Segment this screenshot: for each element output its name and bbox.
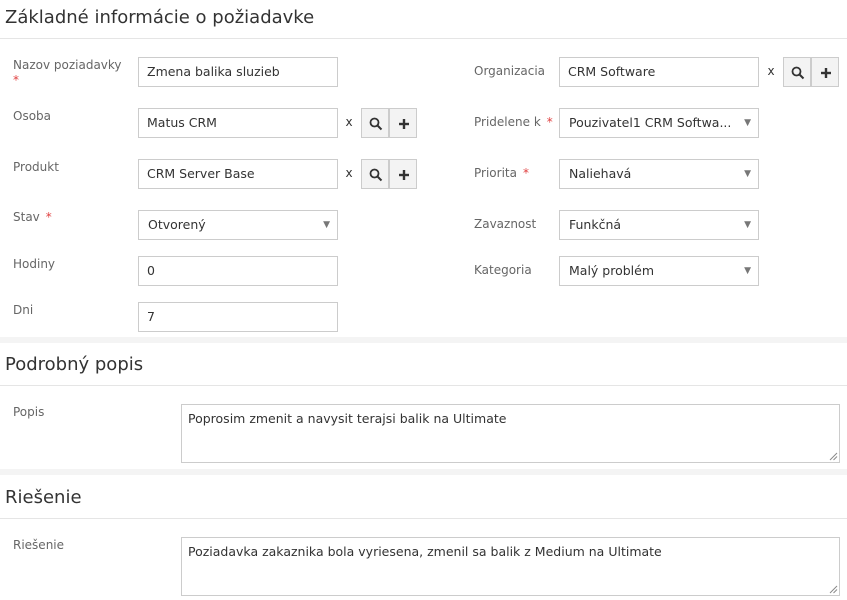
label-days: Dni xyxy=(13,303,34,317)
plus-icon xyxy=(399,119,409,129)
person-add-button[interactable] xyxy=(389,108,417,138)
organization-clear-button[interactable]: x xyxy=(760,57,782,87)
description-text: Poprosim zmenit a navysit terajsi balik … xyxy=(188,411,507,426)
label-hours: Hodiny xyxy=(13,257,56,271)
required-marker: * xyxy=(522,166,529,180)
severity-select[interactable]: Funkčná ▼ xyxy=(559,210,759,240)
product-clear-button[interactable]: x xyxy=(338,159,360,189)
resize-grip-icon[interactable] xyxy=(829,585,838,594)
section-title-basic: Základné informácie o požiadavke xyxy=(5,7,315,28)
label-description: Popis xyxy=(13,405,45,419)
description-textarea[interactable]: Poprosim zmenit a navysit terajsi balik … xyxy=(181,404,840,463)
request-name-input[interactable]: Zmena balika sluzieb xyxy=(138,57,338,87)
product-search-button[interactable] xyxy=(361,159,389,189)
category-select[interactable]: Malý problém ▼ xyxy=(559,256,759,286)
plus-icon xyxy=(399,170,409,180)
label-solution: Riešenie xyxy=(13,538,65,552)
label-status: Stav * xyxy=(13,210,52,224)
label-category: Kategoria xyxy=(474,263,532,277)
label-person: Osoba xyxy=(13,109,52,123)
section-divider xyxy=(0,385,847,386)
resize-grip-icon[interactable] xyxy=(829,452,838,461)
product-input[interactable]: CRM Server Base xyxy=(138,159,338,189)
section-separator xyxy=(0,337,847,343)
label-assigned-to: Pridelene k * xyxy=(474,115,553,129)
caret-down-icon: ▼ xyxy=(744,118,751,128)
status-value: Otvorený xyxy=(148,217,206,232)
product-add-button[interactable] xyxy=(389,159,417,189)
category-value: Malý problém xyxy=(569,263,655,278)
required-marker: * xyxy=(546,115,553,129)
status-select[interactable]: Otvorený ▼ xyxy=(138,210,338,240)
priority-select[interactable]: Naliehavá ▼ xyxy=(559,159,759,189)
hours-input[interactable]: 0 xyxy=(138,256,338,286)
caret-down-icon: ▼ xyxy=(744,169,751,179)
label-organization: Organizacia xyxy=(474,64,546,78)
section-divider xyxy=(0,38,847,39)
priority-value: Naliehavá xyxy=(569,166,632,181)
days-input[interactable]: 7 xyxy=(138,302,338,332)
section-title-detail: Podrobný popis xyxy=(5,354,144,375)
caret-down-icon: ▼ xyxy=(323,220,330,230)
solution-textarea[interactable]: Poziadavka zakaznika bola vyriesena, zme… xyxy=(181,537,840,596)
section-title-solution: Riešenie xyxy=(5,487,82,508)
severity-value: Funkčná xyxy=(569,217,622,232)
required-marker: * xyxy=(13,73,19,87)
organization-add-button[interactable] xyxy=(811,57,839,87)
search-icon xyxy=(369,168,383,182)
required-marker: * xyxy=(45,210,52,224)
assigned-to-value: Pouzivatel1 CRM Softwa... xyxy=(569,115,732,130)
caret-down-icon: ▼ xyxy=(744,220,751,230)
organization-search-button[interactable] xyxy=(783,57,811,87)
person-clear-button[interactable]: x xyxy=(338,108,360,138)
section-divider xyxy=(0,518,847,519)
assigned-to-select[interactable]: Pouzivatel1 CRM Softwa... ▼ xyxy=(559,108,759,138)
label-request-name: Nazov poziadavky * xyxy=(13,58,122,87)
caret-down-icon: ▼ xyxy=(744,266,751,276)
search-icon xyxy=(791,66,805,80)
plus-icon xyxy=(821,68,831,78)
person-input[interactable]: Matus CRM xyxy=(138,108,338,138)
search-icon xyxy=(369,117,383,131)
solution-text: Poziadavka zakaznika bola vyriesena, zme… xyxy=(188,544,662,559)
label-priority: Priorita * xyxy=(474,166,529,180)
person-search-button[interactable] xyxy=(361,108,389,138)
label-product: Produkt xyxy=(13,160,59,174)
organization-input[interactable]: CRM Software xyxy=(559,57,759,87)
section-separator xyxy=(0,469,847,475)
label-severity: Zavaznost xyxy=(474,217,537,231)
